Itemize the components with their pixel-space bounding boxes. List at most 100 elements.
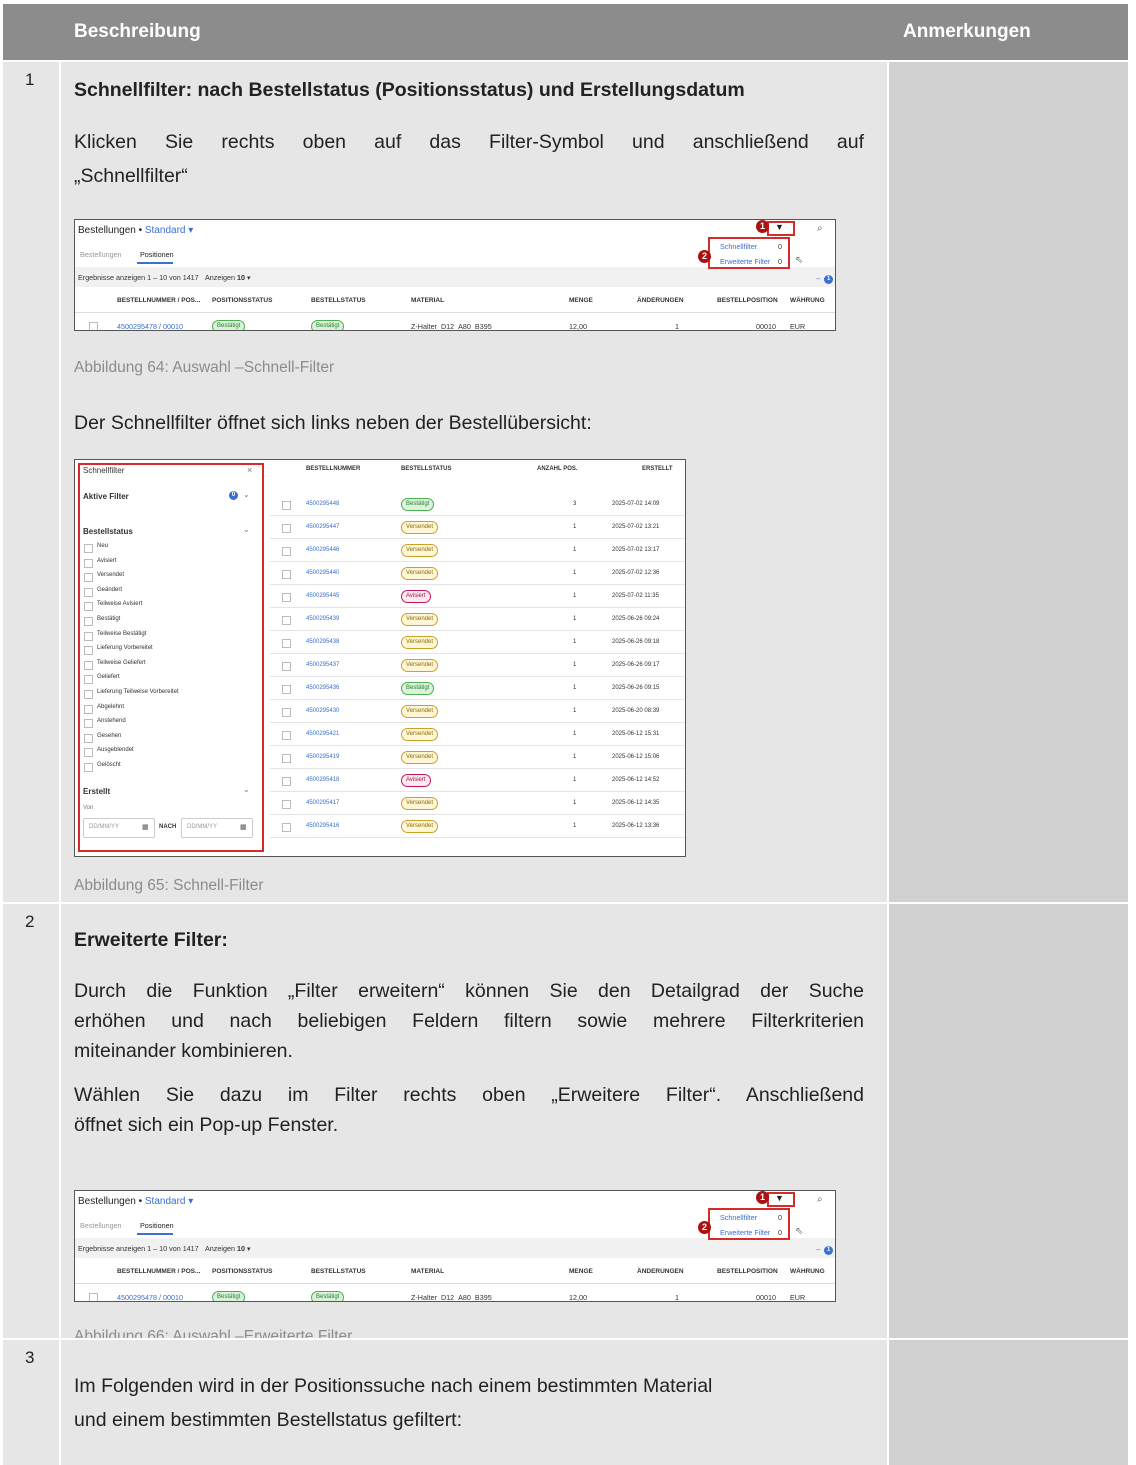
order-number-link[interactable]: 4500295421 xyxy=(306,731,339,737)
status-badge: Versendet xyxy=(401,567,439,580)
table-row[interactable]: 4500295418 Avisiert 1 2025-06-12 14:52 xyxy=(270,774,685,788)
status-checkbox-label: Ausgeblendet xyxy=(97,747,134,754)
cursor-icon: ⇖ xyxy=(795,1226,804,1237)
order-number-link[interactable]: 4500295437 xyxy=(306,662,339,668)
table-row[interactable]: 4500295437 Versendet 1 2025-06-26 09:17 xyxy=(270,659,685,673)
step-title: Erweiterte Filter: xyxy=(74,929,228,951)
row-checkbox[interactable] xyxy=(282,731,291,740)
status-checkbox[interactable] xyxy=(84,573,93,583)
position-count: 1 xyxy=(573,708,577,714)
status-checkbox[interactable] xyxy=(84,558,93,568)
row-checkbox[interactable] xyxy=(282,524,291,533)
table-row[interactable]: 4500295416 Versendet 1 2025-06-12 13:36 xyxy=(270,820,685,834)
status-checkbox[interactable] xyxy=(84,719,93,729)
table-row[interactable]: 4500295421 Versendet 1 2025-06-12 15:31 xyxy=(270,728,685,742)
order-number-link[interactable]: 4500295446 xyxy=(306,547,339,553)
step-number: 1 xyxy=(25,70,35,89)
table-row[interactable]: 4500295440 Versendet 1 2025-07-02 12:36 xyxy=(270,567,685,581)
table-row[interactable]: 4500295430 Versendet 1 2025-06-20 08:39 xyxy=(270,705,685,719)
table-row[interactable]: 4500295447 Versendet 1 2025-07-02 13:21 xyxy=(270,521,685,535)
table-row[interactable]: 4500295439 Versendet 1 2025-06-26 09:24 xyxy=(270,613,685,627)
order-number-link[interactable]: 4500295438 xyxy=(306,639,339,645)
status-checkbox[interactable] xyxy=(84,660,93,670)
filter-icon: ▼ xyxy=(775,222,784,232)
status-checkbox[interactable] xyxy=(84,733,93,743)
paragraph-line: erhöhen und nach beliebigen Feldern filt… xyxy=(74,1010,864,1032)
row-checkbox[interactable] xyxy=(282,800,291,809)
created-date: 2025-07-02 13:21 xyxy=(612,524,660,530)
order-number-link[interactable]: 4500295439 xyxy=(306,616,339,622)
table-row[interactable]: 4500295445 Avisiert 1 2025-07-02 11:35 xyxy=(270,590,685,604)
row-checkbox[interactable] xyxy=(282,547,291,556)
order-number-link[interactable]: 4500295448 xyxy=(306,501,339,507)
created-date: 2025-06-12 14:35 xyxy=(612,800,660,806)
status-checkbox[interactable] xyxy=(84,690,93,699)
marker-1: 1 xyxy=(756,1191,769,1204)
order-number-link[interactable]: 4500295430 xyxy=(306,708,339,714)
order-number-link[interactable]: 4500295440 xyxy=(306,570,339,576)
order-number-link[interactable]: 4500295419 xyxy=(306,754,339,760)
status-checkbox[interactable] xyxy=(84,675,93,685)
position-count: 1 xyxy=(573,593,577,599)
status-badge: Versendet xyxy=(401,820,439,833)
table-row[interactable]: 4500295419 Versendet 1 2025-06-12 15:06 xyxy=(270,751,685,765)
row-checkbox[interactable] xyxy=(282,685,291,694)
status-checkbox[interactable] xyxy=(84,704,93,714)
status-checkbox[interactable] xyxy=(84,544,93,553)
position-count: 1 xyxy=(573,524,577,530)
search-icon: ⌕ xyxy=(817,1194,823,1205)
table-row[interactable]: 4500295417 Versendet 1 2025-06-12 14:35 xyxy=(270,797,685,811)
order-number-link[interactable]: 4500295418 xyxy=(306,777,339,783)
status-checkbox[interactable] xyxy=(84,587,93,597)
paragraph-line: Im Folgenden wird in der Positionssuche … xyxy=(74,1375,713,1397)
status-badge: Avisiert xyxy=(401,774,431,787)
document-page: Beschreibung Anmerkungen 1 Schnellfilter… xyxy=(3,4,1128,1465)
calendar-icon: ▦ xyxy=(142,824,149,831)
row-checkbox[interactable] xyxy=(282,708,291,717)
row-checkbox[interactable] xyxy=(282,593,291,602)
table-row[interactable]: 4500295446 Versendet 1 2025-07-02 13:17 xyxy=(270,544,685,558)
status-checkbox[interactable] xyxy=(84,631,93,641)
row-checkbox[interactable] xyxy=(282,501,291,510)
order-number-link[interactable]: 4500295447 xyxy=(306,524,339,530)
order-number-link[interactable]: 4500295416 xyxy=(306,823,339,829)
status-badge: Avisiert xyxy=(401,590,431,603)
row-checkbox[interactable] xyxy=(282,777,291,786)
paragraph-line: Der Schnellfilter öffnet sich links nebe… xyxy=(74,412,592,434)
table-row[interactable]: 4500295448 Bestätigt 3 2025-07-02 14:09 xyxy=(270,498,685,512)
row-checkbox[interactable] xyxy=(282,639,291,648)
header-notes: Anmerkungen xyxy=(903,21,1031,42)
notes-cell xyxy=(889,62,1128,902)
position-count: 1 xyxy=(573,800,577,806)
order-number-link[interactable]: 4500295417 xyxy=(306,800,339,806)
row-checkbox[interactable] xyxy=(282,754,291,763)
row-checkbox[interactable] xyxy=(282,662,291,671)
status-badge: Versendet xyxy=(401,659,439,672)
position-count: 1 xyxy=(573,777,577,783)
position-count: 1 xyxy=(573,570,577,576)
table-row[interactable]: 4500295436 Bestätigt 1 2025-06-26 09:15 xyxy=(270,682,685,696)
paragraph-line: Klicken Sie rechts oben auf das Filter-S… xyxy=(74,131,864,153)
status-checkbox-label: Geändert xyxy=(97,586,123,593)
status-checkbox[interactable] xyxy=(84,602,93,612)
position-count: 1 xyxy=(573,823,577,829)
created-date: 2025-06-26 09:15 xyxy=(612,685,660,691)
status-badge: Versendet xyxy=(401,797,439,810)
row-checkbox[interactable] xyxy=(282,823,291,832)
position-count: 1 xyxy=(573,754,577,760)
status-checkbox[interactable] xyxy=(84,748,93,758)
status-checkbox[interactable] xyxy=(84,617,93,626)
table-row[interactable]: 4500295438 Versendet 1 2025-06-26 09:18 xyxy=(270,636,685,650)
status-badge: Versendet xyxy=(401,728,439,741)
row-checkbox[interactable] xyxy=(282,616,291,625)
order-number-link[interactable]: 4500295436 xyxy=(306,685,339,691)
status-checkbox[interactable] xyxy=(84,763,93,772)
created-date: 2025-07-02 14:09 xyxy=(612,501,660,507)
order-number-link[interactable]: 4500295445 xyxy=(306,593,339,599)
chevron-down-icon: ⌄ xyxy=(243,490,250,499)
marker-1: 1 xyxy=(756,220,769,233)
status-checkbox-label: Versendet xyxy=(97,572,125,579)
status-checkbox[interactable] xyxy=(84,646,93,656)
row-checkbox[interactable] xyxy=(282,570,291,579)
paragraph-line: öffnet sich ein Pop-up Fenster. xyxy=(74,1114,339,1136)
